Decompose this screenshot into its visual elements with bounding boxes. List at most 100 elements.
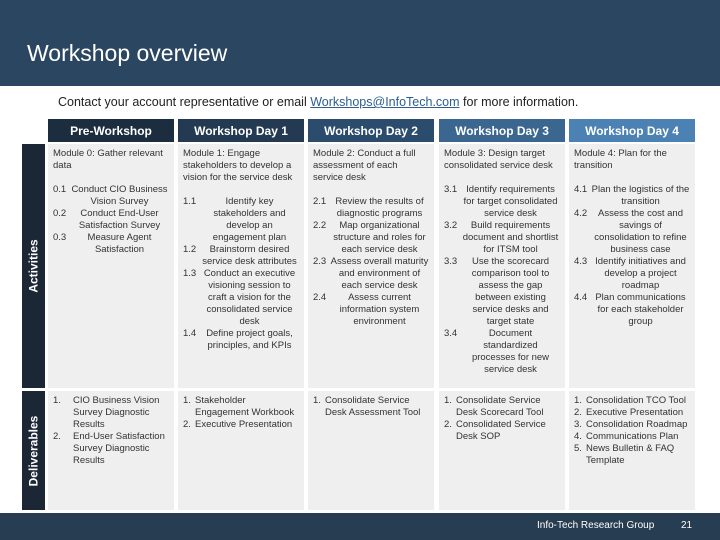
item-number: 2.4: [313, 292, 327, 303]
list-item: 0.2 Conduct End-User Satisfaction Survey: [53, 208, 169, 232]
list-item: 2. Executive Presentation: [574, 407, 690, 419]
activities-cell: Module 0: Gather relevant data 0.1 Conduct…: [48, 144, 174, 388]
deliverable-list: 1. CIO Business Vision Survey Diagnostic …: [53, 395, 169, 467]
item-text: Communications Plan: [586, 431, 679, 442]
item-number: 0.3: [53, 232, 67, 243]
list-item: 1.3 Conduct an executive visioning sessio…: [183, 268, 299, 328]
page-number: 21: [681, 520, 693, 531]
item-text: Assess current information system enviro…: [339, 292, 420, 327]
list-item: 1. Consolidate Service Desk Scorecard Too…: [444, 395, 560, 419]
item-number: 2.: [183, 419, 191, 430]
column-header-3: Workshop Day 3: [439, 119, 565, 142]
list-item: 4.2 Assess the cost and savings of consol…: [574, 208, 690, 256]
list-item: 2.2 Map organizational structure and role…: [313, 220, 429, 256]
list-item: 2. Executive Presentation: [183, 419, 299, 431]
item-text: CIO Business Vision Survey Diagnostic Re…: [73, 395, 160, 430]
item-number: 2.: [574, 407, 582, 418]
item-text: Brainstorm desired service desk attribut…: [202, 244, 297, 267]
item-number: 3.3: [444, 256, 458, 267]
row-label-deliverables: Deliverables: [22, 391, 45, 510]
deliverables-cell: 1. Stakeholder Engagement Workbook 2. Execu…: [178, 391, 304, 510]
item-number: 0.2: [53, 208, 67, 219]
list-item: 4.1 Plan the logistics of the transition: [574, 184, 690, 208]
item-text: Identify initiatives and develop a proje…: [595, 256, 686, 291]
item-text: Map organizational structure and roles f…: [333, 220, 426, 255]
list-item: 1.1 Identify key stakeholders and develop…: [183, 196, 299, 244]
item-text: Conduct End-User Satisfaction Survey: [78, 208, 161, 231]
deliverable-list: 1. Consolidate Service Desk Assessment To…: [313, 395, 429, 419]
item-number: 4.3: [574, 256, 588, 267]
list-item: 1. Consolidate Service Desk Assessment To…: [313, 395, 429, 419]
list-item: 1. CIO Business Vision Survey Diagnostic …: [53, 395, 169, 431]
item-number: 1.3: [183, 268, 197, 279]
list-item: 3.3 Use the scorecard comparison tool to …: [444, 256, 560, 328]
row-label-activities: Activities: [22, 144, 45, 388]
list-item: 3.2 Build requirements document and short…: [444, 220, 560, 256]
activities-cell: Module 1: Engage stakeholders to develop…: [178, 144, 304, 388]
email-link[interactable]: Workshops@InfoTech.com: [310, 95, 459, 109]
list-item: 2.1 Review the results of diagnostic prog…: [313, 196, 429, 220]
item-text: Consolidate Service Desk Scorecard Tool: [456, 395, 544, 418]
item-text: Conduct an executive visioning session t…: [203, 268, 296, 327]
activities-cell: Module 2: Conduct a full assessment of e…: [308, 144, 434, 388]
activity-list: 3.1 Identify requirements for target cons…: [444, 184, 560, 376]
module-title: Module 2: Conduct a full assessment of e…: [313, 148, 416, 183]
item-number: 2.1: [313, 196, 327, 207]
deliverables-cell: 1. Consolidation TCO Tool 2. Executive Pres…: [569, 391, 695, 510]
item-number: 2.: [53, 431, 61, 442]
item-text: Review the results of diagnostic program…: [335, 196, 424, 219]
list-item: 3.4 Document standardized processes for n…: [444, 328, 560, 376]
item-number: 4.4: [574, 292, 588, 303]
item-text: Consolidate Service Desk Assessment Tool: [325, 395, 421, 418]
item-text: Measure Agent Satisfaction: [87, 232, 152, 255]
item-text: Document standardized processes for new …: [471, 328, 550, 375]
list-item: 1.4 Define project goals, principles, and…: [183, 328, 299, 352]
list-item: 2. Consolidated Service Desk SOP: [444, 419, 560, 443]
list-item: 4.3 Identify initiatives and develop a pr…: [574, 256, 690, 292]
list-item: 4.4 Plan communications for each stakehol…: [574, 292, 690, 328]
item-number: 1.2: [183, 244, 197, 255]
contact-line: Contact your account representative or e…: [58, 95, 578, 109]
list-item: 0.1 Conduct CIO Business Vision Survey: [53, 184, 169, 208]
item-text: Define project goals, principles, and KP…: [206, 328, 293, 351]
item-text: Build requirements document and shortlis…: [462, 220, 559, 255]
item-text: Assess the cost and savings of consolida…: [594, 208, 687, 255]
module-title: Module 3: Design target consolidated ser…: [444, 148, 553, 171]
list-item: 2.4 Assess current information system env…: [313, 292, 429, 328]
item-number: 2.2: [313, 220, 327, 231]
item-number: 4.1: [574, 184, 588, 195]
item-number: 1.: [313, 395, 321, 406]
deliverables-cell: 1. Consolidate Service Desk Scorecard Too…: [439, 391, 565, 510]
item-text: Identify requirements for target consoli…: [463, 184, 558, 219]
deliverable-list: 1. Consolidate Service Desk Scorecard Too…: [444, 395, 560, 443]
column-header-2: Workshop Day 2: [308, 119, 434, 142]
activity-list: 2.1 Review the results of diagnostic prog…: [313, 196, 429, 328]
module-title: Module 0: Gather relevant data: [53, 148, 163, 171]
item-text: Consolidation Roadmap: [586, 419, 688, 430]
item-text: Identify key stakeholders and develop an…: [212, 196, 287, 243]
list-item: 3. Consolidation Roadmap: [574, 419, 690, 431]
item-number: 4.: [574, 431, 582, 442]
item-text: Plan communications for each stakeholder…: [595, 292, 686, 327]
activity-list: 0.1 Conduct CIO Business Vision Survey 0.2…: [53, 184, 169, 256]
item-number: 5.: [574, 443, 582, 454]
item-text: Stakeholder Engagement Workbook: [195, 395, 295, 418]
item-number: 3.4: [444, 328, 458, 339]
list-item: 3.1 Identify requirements for target cons…: [444, 184, 560, 220]
item-text: Executive Presentation: [586, 407, 684, 418]
item-number: 2.3: [313, 256, 327, 267]
item-text: Consolidated Service Desk SOP: [456, 419, 546, 442]
list-item: 4. Communications Plan: [574, 431, 690, 443]
footer-company: Info-Tech Research Group: [537, 520, 655, 531]
list-item: 1.2 Brainstorm desired service desk attri…: [183, 244, 299, 268]
contact-suffix: for more information.: [459, 95, 579, 109]
deliverables-cell: 1. CIO Business Vision Survey Diagnostic …: [48, 391, 174, 510]
list-item: 1. Consolidation TCO Tool: [574, 395, 690, 407]
module-title: Module 4: Plan for the transition: [574, 148, 667, 171]
item-text: Executive Presentation: [195, 419, 293, 430]
list-item: 2. End-User Satisfaction Survey Diagnosti…: [53, 431, 169, 467]
item-number: 1.: [444, 395, 452, 406]
activities-cell: Module 4: Plan for the transition 4.1 Plan…: [569, 144, 695, 388]
deliverable-list: 1. Stakeholder Engagement Workbook 2. Execu…: [183, 395, 299, 431]
column-header-0: Pre-Workshop: [48, 119, 174, 142]
